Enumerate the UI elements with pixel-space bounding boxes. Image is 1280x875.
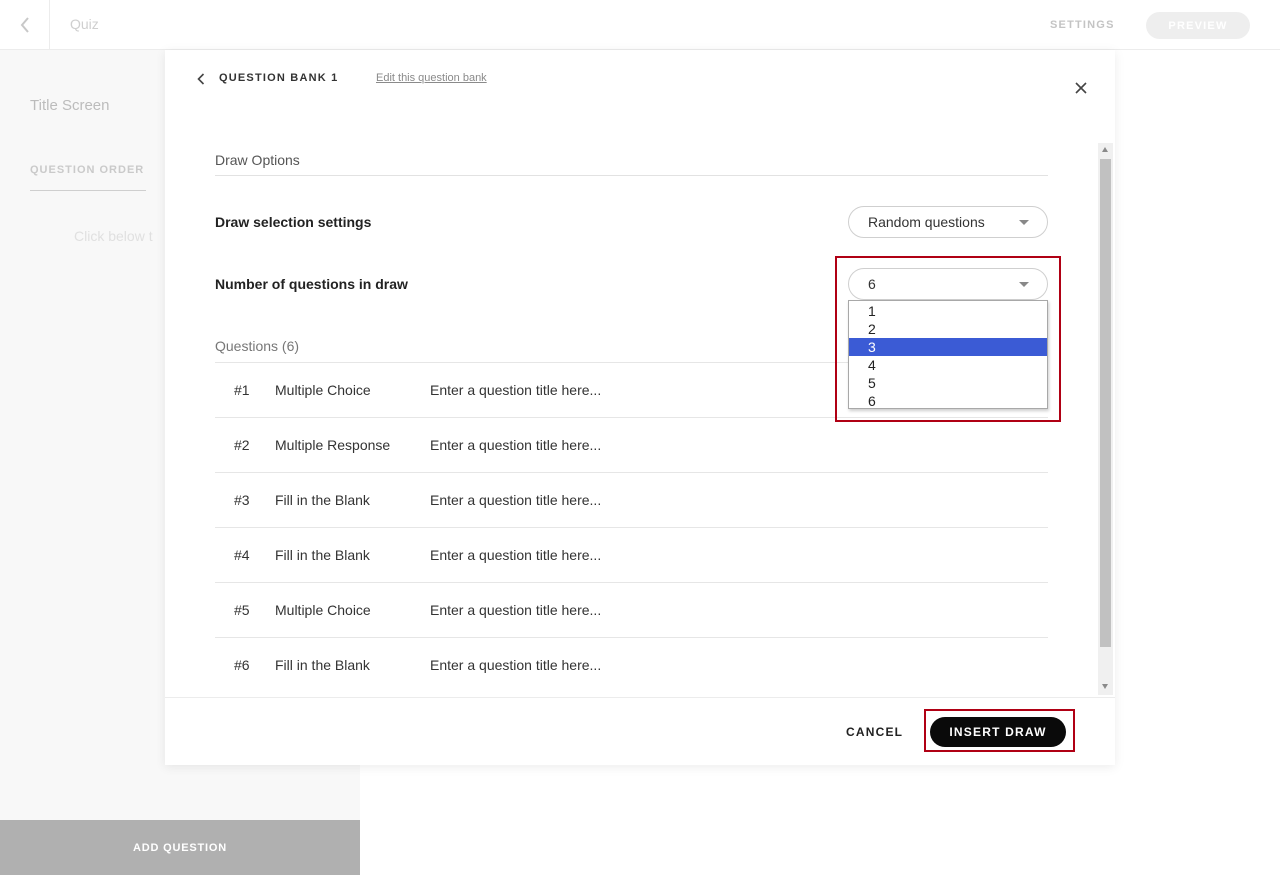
- preview-button[interactable]: PREVIEW: [1146, 12, 1250, 39]
- question-bank-title: QUESTION BANK 1: [219, 72, 339, 84]
- add-question-button[interactable]: ADD QUESTION: [0, 820, 360, 875]
- question-type: Fill in the Blank: [275, 547, 370, 563]
- question-row[interactable]: #2 Multiple Response Enter a question ti…: [215, 417, 1048, 472]
- question-type: Fill in the Blank: [275, 492, 370, 508]
- cancel-button[interactable]: CANCEL: [846, 725, 903, 739]
- edit-question-bank-link[interactable]: Edit this question bank: [376, 72, 487, 84]
- settings-button[interactable]: SETTINGS: [1050, 19, 1115, 31]
- question-row[interactable]: #6 Fill in the Blank Enter a question ti…: [215, 637, 1048, 692]
- question-title: Enter a question title here...: [430, 602, 602, 618]
- divider: [215, 175, 1048, 176]
- draw-selection-label: Draw selection settings: [215, 214, 372, 230]
- number-of-questions-label: Number of questions in draw: [215, 276, 408, 292]
- empty-hint: Click below t: [74, 228, 153, 244]
- scroll-up-arrow-icon[interactable]: [1102, 147, 1108, 152]
- chevron-left-icon: [197, 73, 205, 85]
- question-number: #5: [234, 602, 250, 618]
- draw-options-heading: Draw Options: [215, 152, 300, 168]
- scrollbar-thumb[interactable]: [1100, 159, 1111, 647]
- chevron-left-icon: [20, 17, 29, 33]
- modal-back-button[interactable]: [197, 72, 207, 86]
- close-button[interactable]: [1075, 81, 1089, 95]
- highlight-box-insert-draw: [924, 709, 1075, 752]
- scroll-down-arrow-icon[interactable]: [1102, 684, 1108, 689]
- draw-selection-value: Random questions: [868, 214, 985, 230]
- caret-down-icon: [1019, 220, 1029, 225]
- close-icon: [1075, 82, 1087, 94]
- scrollbar[interactable]: [1098, 143, 1113, 695]
- tab-question-order[interactable]: QUESTION ORDER: [30, 164, 146, 191]
- top-bar: Quiz SETTINGS PREVIEW: [0, 0, 1280, 50]
- highlight-box-dropdown: [835, 256, 1061, 422]
- question-type: Fill in the Blank: [275, 657, 370, 673]
- question-row[interactable]: #3 Fill in the Blank Enter a question ti…: [215, 472, 1048, 527]
- question-title: Enter a question title here...: [430, 492, 602, 508]
- question-row[interactable]: #5 Multiple Choice Enter a question titl…: [215, 582, 1048, 637]
- question-title: Enter a question title here...: [430, 547, 602, 563]
- question-row[interactable]: #4 Fill in the Blank Enter a question ti…: [215, 527, 1048, 582]
- draw-selection-select[interactable]: Random questions: [848, 206, 1048, 238]
- question-title: Enter a question title here...: [430, 657, 602, 673]
- question-number: #1: [234, 382, 250, 398]
- back-button[interactable]: [0, 0, 50, 50]
- question-type: Multiple Response: [275, 437, 391, 453]
- title-screen-item[interactable]: Title Screen: [30, 97, 109, 114]
- app-title: Quiz: [70, 16, 99, 32]
- question-number: #3: [234, 492, 250, 508]
- question-title: Enter a question title here...: [430, 382, 602, 398]
- question-number: #2: [234, 437, 250, 453]
- question-number: #4: [234, 547, 250, 563]
- question-type: Multiple Choice: [275, 382, 371, 398]
- questions-header: Questions (6): [215, 338, 300, 354]
- question-type: Multiple Choice: [275, 602, 371, 618]
- question-number: #6: [234, 657, 250, 673]
- question-title: Enter a question title here...: [430, 437, 602, 453]
